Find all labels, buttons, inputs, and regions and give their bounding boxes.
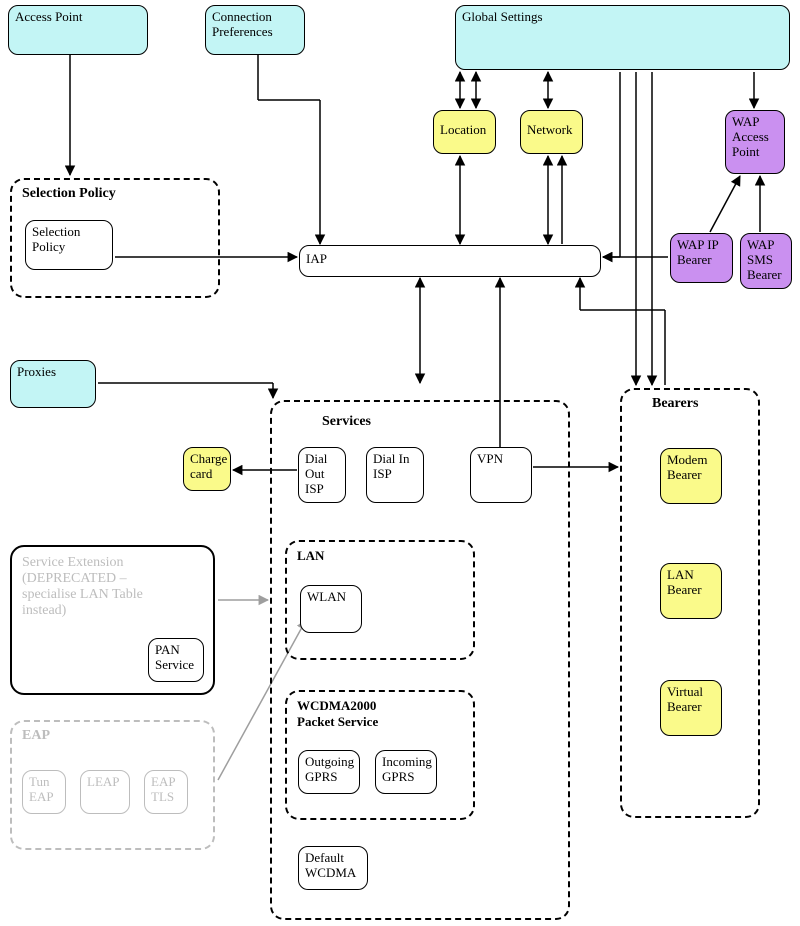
node-proxies: Proxies xyxy=(10,360,96,408)
node-dial-out-isp: Dial Out ISP xyxy=(298,447,346,503)
node-virtual-bearer: Virtual Bearer xyxy=(660,680,722,736)
label: Tun EAP xyxy=(29,774,54,804)
label: LAN Bearer xyxy=(667,567,702,597)
label: WAP SMS Bearer xyxy=(747,237,782,282)
group-title: Bearers xyxy=(652,396,748,412)
label: Outgoing GPRS xyxy=(305,754,354,784)
node-pan-service: PAN Service xyxy=(148,638,204,682)
group-title: WCDMA2000 Packet Service xyxy=(297,698,463,730)
node-wap-sms-bearer: WAP SMS Bearer xyxy=(740,233,792,289)
node-network: Network xyxy=(520,110,583,154)
node-vpn: VPN xyxy=(470,447,532,503)
node-leap: LEAP xyxy=(80,770,130,814)
node-location: Location xyxy=(433,110,496,154)
label: Virtual Bearer xyxy=(667,684,703,714)
group-title: Service Extension (DEPRECATED – speciali… xyxy=(22,555,203,619)
label: WLAN xyxy=(307,589,346,604)
label: Network xyxy=(527,122,573,137)
node-wap-access-point: WAP Access Point xyxy=(725,110,785,174)
group-title: LAN xyxy=(297,548,463,564)
node-wap-ip-bearer: WAP IP Bearer xyxy=(670,233,733,283)
label: Proxies xyxy=(17,364,56,379)
node-selection-policy: Selection Policy xyxy=(25,220,113,270)
node-charge-card: Charge card xyxy=(183,447,231,491)
node-connection-preferences: Connection Preferences xyxy=(205,5,305,55)
node-lan-bearer: LAN Bearer xyxy=(660,563,722,619)
label: PAN Service xyxy=(155,642,194,672)
group-title: EAP xyxy=(22,728,203,744)
label: Dial In ISP xyxy=(373,451,409,481)
label: Default WCDMA xyxy=(305,850,356,880)
node-eap-tls: EAP TLS xyxy=(144,770,188,814)
node-modem-bearer: Modem Bearer xyxy=(660,448,722,504)
label: EAP TLS xyxy=(151,774,176,804)
node-access-point: Access Point xyxy=(8,5,148,55)
node-global-settings: Global Settings xyxy=(455,5,790,70)
label: LEAP xyxy=(87,774,120,789)
label: Connection Preferences xyxy=(212,9,273,39)
node-tun-eap: Tun EAP xyxy=(22,770,66,814)
label: IAP xyxy=(306,251,327,266)
node-incoming-gprs: Incoming GPRS xyxy=(375,750,437,794)
node-outgoing-gprs: Outgoing GPRS xyxy=(298,750,360,794)
group-title: Selection Policy xyxy=(22,186,208,202)
label: Location xyxy=(440,122,486,137)
node-wlan: WLAN xyxy=(300,585,362,633)
label: Incoming GPRS xyxy=(382,754,432,784)
label: Selection Policy xyxy=(32,224,80,254)
group-title: Services xyxy=(322,414,558,430)
label: Dial Out ISP xyxy=(305,451,327,496)
label: WAP Access Point xyxy=(732,114,769,159)
node-default-wcdma: Default WCDMA xyxy=(298,846,368,890)
label: Modem Bearer xyxy=(667,452,707,482)
label: Charge card xyxy=(190,451,227,481)
label: Access Point xyxy=(15,9,83,24)
label: Global Settings xyxy=(462,9,543,24)
node-iap: IAP xyxy=(299,245,601,277)
node-dial-in-isp: Dial In ISP xyxy=(366,447,424,503)
label: WAP IP Bearer xyxy=(677,237,719,267)
label: VPN xyxy=(477,451,503,466)
